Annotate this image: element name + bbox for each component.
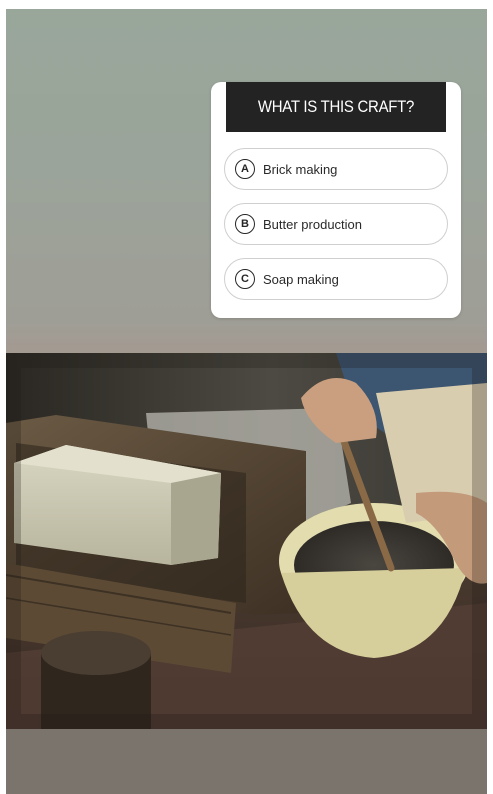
option-label: Soap making — [263, 271, 339, 287]
soap-making-photo — [6, 353, 487, 729]
story-screen: WHAT IS THIS CRAFT? A Brick making B But… — [6, 9, 487, 794]
bottom-band — [6, 729, 487, 794]
option-letter-badge: C — [235, 269, 255, 289]
option-letter-badge: A — [235, 159, 255, 179]
quiz-options: A Brick making B Butter production C Soa… — [211, 132, 461, 300]
option-letter-badge: B — [235, 214, 255, 234]
quiz-option-a[interactable]: A Brick making — [224, 148, 448, 190]
quiz-option-b[interactable]: B Butter production — [224, 203, 448, 245]
option-label: Butter production — [263, 216, 363, 232]
quiz-sticker: WHAT IS THIS CRAFT? A Brick making B But… — [211, 82, 461, 318]
quiz-option-c[interactable]: C Soap making — [224, 258, 448, 300]
quiz-question: WHAT IS THIS CRAFT? — [226, 82, 446, 132]
option-label: Brick making — [263, 161, 338, 177]
